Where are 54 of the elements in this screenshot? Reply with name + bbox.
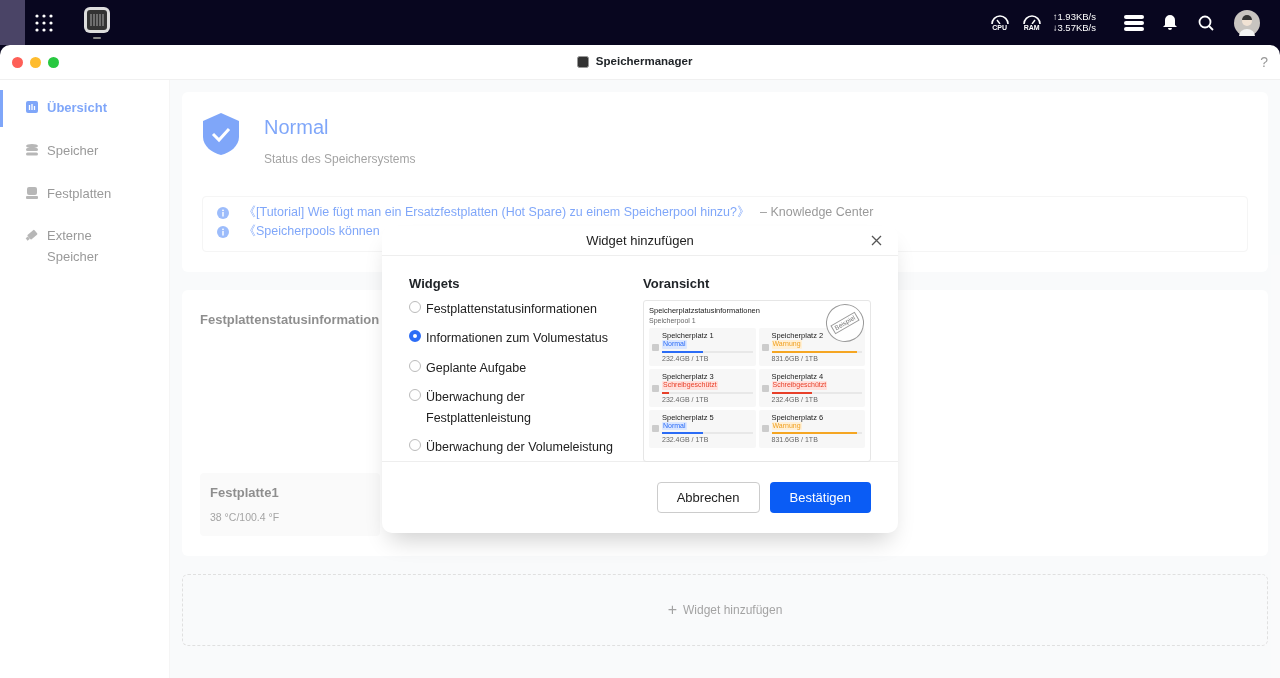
dialog-title: Widget hinzufügen (586, 231, 694, 250)
sidebar-label: Externe Speicher (47, 227, 100, 267)
disk-name: Festplatte1 (210, 483, 280, 502)
sidebar-item[interactable]: Speicher (0, 132, 169, 170)
plus-icon: + (667, 598, 677, 622)
radio-button[interactable] (409, 330, 421, 343)
storage-app-icon[interactable] (83, 5, 111, 40)
disk-icon (25, 185, 39, 200)
download-speed: ↓3.57KB/s (1052, 22, 1096, 33)
server-stack-icon[interactable] (1124, 14, 1144, 31)
window-title: Speichermanager (595, 54, 693, 70)
preview-heading: Voransicht (643, 274, 711, 293)
radio-button[interactable] (409, 439, 421, 452)
drive-icon (652, 425, 659, 433)
sidebar-label: Speicher (47, 141, 100, 160)
add-widget-label: Widget hinzufügen (682, 602, 783, 619)
overview-icon (25, 100, 39, 114)
widget-option[interactable]: Überwachung der Volumeleistung (409, 437, 643, 459)
status-subtitle: Status des Speichersystems (264, 151, 416, 168)
sidebar-item[interactable]: Festplatten (0, 175, 169, 213)
widget-title: Festplattenstatusinformation (200, 311, 380, 329)
close-window-button[interactable] (12, 56, 23, 68)
app-icon (576, 56, 589, 68)
info-icon (217, 225, 229, 238)
tip-source: – Knowledge Center (760, 205, 874, 220)
search-icon[interactable] (1198, 14, 1214, 31)
info-icon (217, 206, 229, 219)
notification-bell-icon[interactable] (1162, 14, 1178, 31)
upload-speed: ↑1.93KB/s (1052, 12, 1096, 23)
drive-icon (761, 343, 769, 351)
radio-button[interactable] (409, 301, 421, 313)
widgets-heading: Widgets (409, 274, 461, 293)
status-title: Normal (264, 115, 330, 140)
widget-option[interactable]: Geplante Aufgabe (409, 357, 643, 379)
confirm-button[interactable]: Bestätigen (769, 481, 871, 513)
drive-icon (761, 425, 769, 433)
help-button[interactable]: ? (1260, 51, 1268, 73)
widget-option[interactable]: Festplattenstatusinformationen (409, 299, 643, 321)
widget-option[interactable]: Informationen zum Volumestatus (409, 328, 643, 350)
cancel-button[interactable]: Abbrechen (656, 481, 760, 513)
radio-button[interactable] (409, 388, 421, 401)
sidebar-label: Übersicht (47, 99, 108, 117)
widget-option[interactable]: Überwachung der Festplattenleistung (409, 386, 643, 430)
storage-icon (25, 142, 39, 157)
drive-icon (652, 343, 659, 351)
disk-temperature: 38 °C/100.4 °F (210, 510, 281, 526)
radio-button[interactable] (409, 359, 421, 372)
sidebar-item[interactable]: Externe Speicher (0, 218, 169, 276)
apps-grid-icon[interactable] (35, 13, 53, 32)
drive-icon (652, 384, 659, 392)
close-icon[interactable] (871, 235, 882, 246)
user-avatar[interactable] (1234, 9, 1260, 36)
drive-icon (761, 384, 769, 392)
sidebar-label: Festplatten (47, 184, 113, 203)
